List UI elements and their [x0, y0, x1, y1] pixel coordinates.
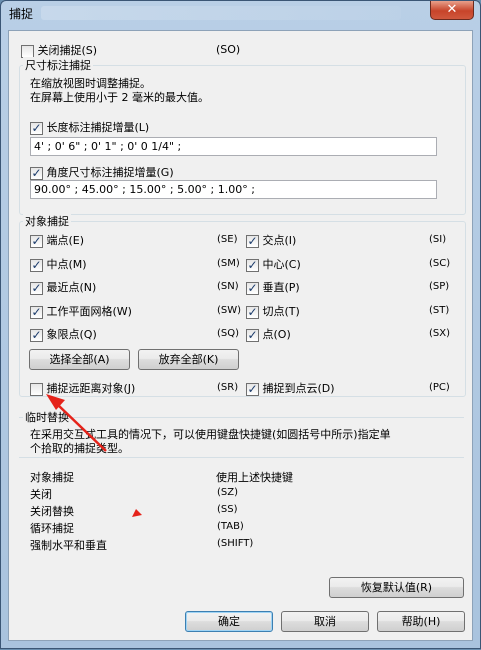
annotation-overlay: [46, 394, 142, 517]
snaps-dialog: 捕捉 ✕ 关闭捕捉(S) (SO) 尺寸标注捕捉 在缩放视图时调整捕捉。 在屏幕…: [0, 0, 481, 649]
red-arrow-icon: [46, 394, 107, 452]
red-triangle-mark: [132, 509, 142, 517]
